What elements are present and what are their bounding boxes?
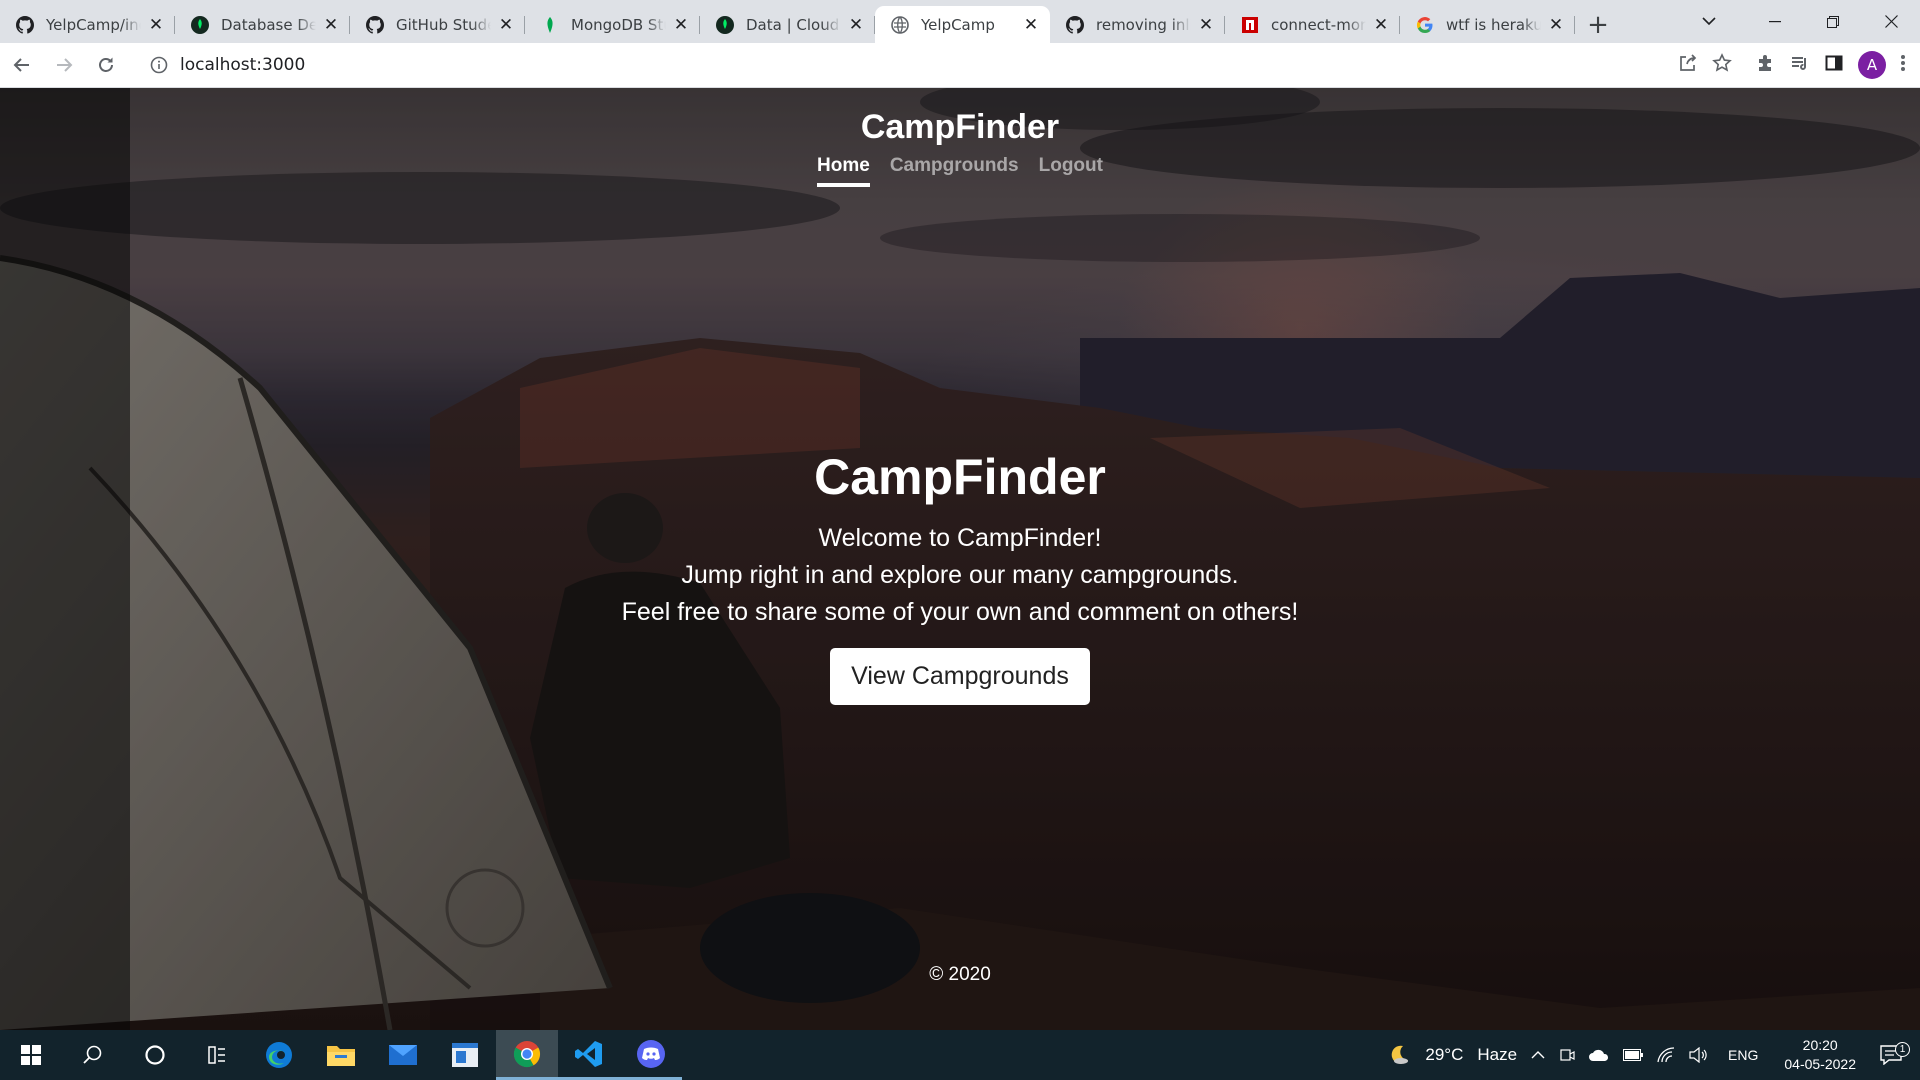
site-brand[interactable]: CampFinder xyxy=(0,108,1920,147)
system-tray: 29°C Haze ENG 20:20 04-05-2022 1 xyxy=(1380,1030,1920,1080)
tab-data-cloud[interactable]: Data | Cloud: MongoDB ✕ xyxy=(700,6,875,43)
window-controls xyxy=(1746,0,1920,43)
mongodb-leaf-icon xyxy=(191,15,209,34)
volume-icon[interactable] xyxy=(1682,1047,1716,1063)
tab-strip: YelpCamp/index ✕ Database Deployments ✕ … xyxy=(0,0,1920,43)
windows-taskbar: 29°C Haze ENG 20:20 04-05-2022 1 xyxy=(0,1030,1920,1080)
close-icon[interactable]: ✕ xyxy=(322,15,340,35)
nav-link-logout[interactable]: Logout xyxy=(1039,155,1103,187)
hero-explore-text: Jump right in and explore our many campg… xyxy=(681,561,1239,589)
search-icon[interactable] xyxy=(62,1030,124,1080)
hero-title: CampFinder xyxy=(814,449,1106,505)
forward-arrow-icon[interactable] xyxy=(44,45,84,85)
page-viewport: CampFinder Home Campgrounds Logout CampF… xyxy=(0,88,1920,1030)
extensions-puzzle-icon[interactable] xyxy=(1756,53,1776,77)
chrome-taskbar-icon[interactable] xyxy=(496,1030,558,1080)
windows-start-icon[interactable] xyxy=(0,1030,62,1080)
github-icon xyxy=(366,15,384,34)
npm-icon xyxy=(1241,16,1259,34)
clock-time: 20:20 xyxy=(1802,1037,1838,1053)
tab-title: YelpCamp xyxy=(921,15,995,34)
tab-mongodb-student[interactable]: MongoDB Student ✕ xyxy=(525,6,700,43)
tab-yelpcamp-active[interactable]: YelpCamp ✕ xyxy=(875,6,1050,43)
tab-title: removing inline xyxy=(1096,15,1191,34)
github-icon xyxy=(1066,15,1084,34)
side-panel-icon[interactable] xyxy=(1824,53,1844,77)
restore-icon[interactable] xyxy=(1804,2,1862,42)
language-indicator[interactable]: ENG xyxy=(1716,1047,1770,1063)
task-view-icon[interactable] xyxy=(186,1030,248,1080)
tab-yelpcamp-github[interactable]: YelpCamp/index ✕ xyxy=(0,6,175,43)
site-header: CampFinder Home Campgrounds Logout xyxy=(0,88,1920,187)
reload-icon[interactable] xyxy=(86,45,126,85)
info-icon[interactable] xyxy=(150,56,168,74)
close-window-icon[interactable] xyxy=(1862,2,1920,42)
edge-browser-icon[interactable] xyxy=(248,1030,310,1080)
view-campgrounds-button[interactable]: View Campgrounds xyxy=(830,648,1090,705)
nav-link-home[interactable]: Home xyxy=(817,155,870,187)
close-icon[interactable]: ✕ xyxy=(1372,15,1390,35)
nav-link-campgrounds[interactable]: Campgrounds xyxy=(890,155,1019,187)
tab-title: Database Deployments xyxy=(221,15,316,34)
chevron-up-icon[interactable] xyxy=(1524,1050,1552,1060)
bookmark-star-icon[interactable] xyxy=(1712,52,1732,78)
close-icon[interactable]: ✕ xyxy=(1547,15,1565,35)
meet-now-icon[interactable] xyxy=(1552,1047,1582,1063)
clock-date: 04-05-2022 xyxy=(1784,1056,1856,1072)
tab-title: MongoDB Student xyxy=(571,15,666,34)
kebab-menu-icon[interactable] xyxy=(1900,53,1906,77)
close-icon[interactable]: ✕ xyxy=(147,15,165,35)
mail-icon[interactable] xyxy=(372,1030,434,1080)
tab-title: GitHub Student xyxy=(396,15,491,34)
close-icon[interactable]: ✕ xyxy=(1197,15,1215,35)
reading-list-icon[interactable] xyxy=(1790,53,1810,77)
close-icon[interactable]: ✕ xyxy=(497,15,515,35)
browser-toolbar: localhost:3000 A xyxy=(0,43,1920,88)
tab-connect-mongo[interactable]: connect-mongo ✕ xyxy=(1225,6,1400,43)
wifi-icon[interactable] xyxy=(1650,1047,1682,1063)
new-tab-button[interactable]: + xyxy=(1583,6,1613,43)
minimize-icon[interactable] xyxy=(1746,2,1804,42)
close-icon[interactable]: ✕ xyxy=(1022,15,1040,35)
tab-title: wtf is heraku xyxy=(1446,15,1541,34)
notification-center-icon[interactable]: 1 xyxy=(1870,1042,1920,1065)
address-bar[interactable]: localhost:3000 xyxy=(136,47,1742,83)
weather-description[interactable]: Haze xyxy=(1470,1045,1524,1065)
back-arrow-icon[interactable] xyxy=(2,45,42,85)
weather-moon-icon[interactable] xyxy=(1380,1043,1418,1067)
battery-icon[interactable] xyxy=(1616,1049,1650,1061)
close-icon[interactable]: ✕ xyxy=(847,15,865,35)
site-footer: © 2020 xyxy=(929,964,991,985)
close-icon[interactable]: ✕ xyxy=(672,15,690,35)
hero-section: CampFinder Welcome to CampFinder! Jump r… xyxy=(0,448,1920,705)
url-text: localhost:3000 xyxy=(180,55,306,75)
tab-search-chevron-icon[interactable] xyxy=(1694,6,1724,36)
onedrive-cloud-icon[interactable] xyxy=(1582,1048,1616,1062)
discord-icon[interactable] xyxy=(620,1030,682,1080)
tab-github-student[interactable]: GitHub Student ✕ xyxy=(350,6,525,43)
weather-temperature[interactable]: 29°C xyxy=(1418,1045,1470,1065)
tab-database-deployments[interactable]: Database Deployments ✕ xyxy=(175,6,350,43)
google-icon xyxy=(1416,16,1434,34)
mongodb-leaf-icon xyxy=(541,16,559,34)
globe-icon xyxy=(891,15,909,34)
mongodb-leaf-icon xyxy=(716,15,734,34)
cortana-circle-icon[interactable] xyxy=(124,1030,186,1080)
hero-welcome-text: Welcome to CampFinder! xyxy=(818,524,1102,552)
tab-removing-inline[interactable]: removing inline ✕ xyxy=(1050,6,1225,43)
store-window-icon[interactable] xyxy=(434,1030,496,1080)
tab-title: YelpCamp/index xyxy=(46,15,141,34)
notification-count-badge: 1 xyxy=(1895,1042,1910,1057)
tab-title: Data | Cloud: MongoDB xyxy=(746,15,841,34)
tab-title: connect-mongo xyxy=(1271,15,1366,34)
file-explorer-icon[interactable] xyxy=(310,1030,372,1080)
hero-share-text: Feel free to share some of your own and … xyxy=(621,598,1299,626)
github-icon xyxy=(16,15,34,34)
profile-avatar[interactable]: A xyxy=(1858,51,1886,79)
clock[interactable]: 20:20 04-05-2022 xyxy=(1770,1036,1870,1074)
site-nav: Home Campgrounds Logout xyxy=(0,155,1920,187)
vscode-icon[interactable] xyxy=(558,1030,620,1080)
share-icon[interactable] xyxy=(1678,53,1698,78)
tab-google-search[interactable]: wtf is heraku ✕ xyxy=(1400,6,1575,43)
